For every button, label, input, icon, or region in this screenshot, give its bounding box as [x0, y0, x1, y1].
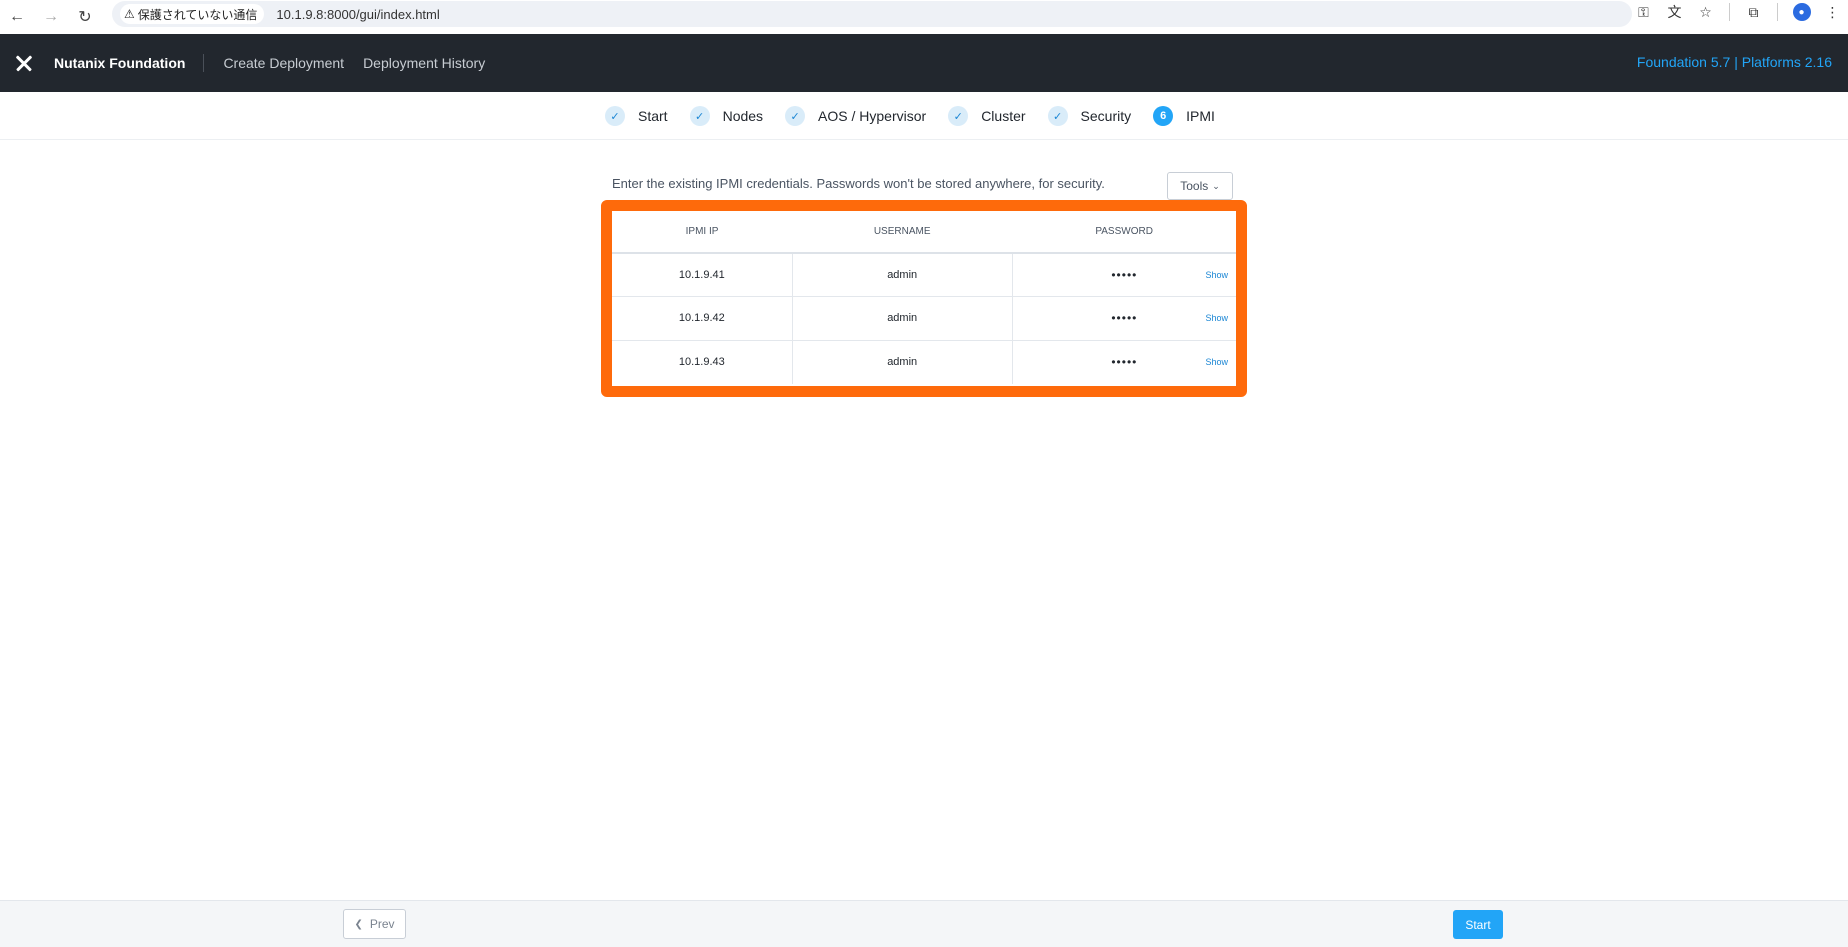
check-icon: ✓ — [948, 106, 969, 126]
tools-dropdown-button[interactable]: Tools ⌄ — [1167, 172, 1233, 200]
username-field[interactable]: admin — [791, 253, 1013, 297]
prev-label: Prev — [369, 917, 395, 931]
forward-icon[interactable]: → — [34, 0, 68, 34]
table-row: 10.1.9.41 admin ••••• Show — [612, 253, 1236, 297]
ipmi-ip-field[interactable]: 10.1.9.41 — [612, 253, 793, 297]
show-password-link[interactable]: Show — [1205, 357, 1228, 367]
toolbar-divider — [1777, 3, 1778, 21]
security-chip[interactable]: ⚠ 保護されていない通信 — [120, 4, 265, 24]
step-label: Security — [1080, 108, 1132, 124]
avatar-icon: ● — [1792, 3, 1811, 21]
table-header-row: IPMI IP USERNAME PASSWORD — [612, 211, 1236, 254]
toolbar-divider — [1729, 3, 1730, 21]
app-header: Nutanix Foundation Create Deployment Dep… — [0, 34, 1848, 92]
menu-kebab-icon[interactable]: ⋮ — [1817, 0, 1848, 24]
check-icon: ✓ — [785, 106, 806, 126]
chevron-left-icon: ❮ — [354, 918, 363, 930]
column-header-password: PASSWORD — [1012, 211, 1236, 254]
step-label: Nodes — [722, 108, 764, 124]
profile-avatar[interactable]: ● — [1786, 0, 1817, 24]
translate-icon[interactable]: 文 — [1659, 0, 1690, 24]
extensions-icon[interactable]: ⧉ — [1738, 0, 1769, 24]
nav-create-deployment[interactable]: Create Deployment — [223, 55, 344, 71]
show-password-link[interactable]: Show — [1205, 270, 1228, 280]
check-icon: ✓ — [1047, 106, 1068, 126]
show-password-link[interactable]: Show — [1205, 313, 1228, 323]
password-field[interactable]: ••••• Show — [1011, 340, 1236, 384]
browser-actions: ⚿ 文 ☆ ⧉ ● ⋮ — [1628, 0, 1848, 24]
version-info[interactable]: Foundation 5.7 | Platforms 2.16 — [1637, 54, 1832, 70]
browser-toolbar: ← → ↻ ⚠ 保護されていない通信 10.1.9.8:8000/gui/ind… — [0, 0, 1848, 34]
step-nodes[interactable]: ✓ Nodes — [689, 106, 764, 126]
password-field[interactable]: ••••• Show — [1011, 253, 1236, 297]
password-mask: ••••• — [1111, 311, 1138, 326]
column-header-ipmi-ip: IPMI IP — [612, 211, 793, 254]
warning-icon: ⚠ — [124, 7, 135, 21]
column-header-username: USERNAME — [792, 211, 1013, 254]
url-text[interactable]: 10.1.9.8:8000/gui/index.html — [276, 7, 439, 22]
tools-label: Tools — [1180, 179, 1209, 193]
step-number-badge: 6 — [1153, 106, 1174, 126]
check-icon: ✓ — [605, 106, 625, 126]
ipmi-ip-field[interactable]: 10.1.9.42 — [612, 296, 793, 341]
prev-button[interactable]: ❮ Prev — [343, 909, 406, 939]
ipmi-intro-text: Enter the existing IPMI credentials. Pas… — [612, 176, 1105, 191]
table-row: 10.1.9.43 admin ••••• Show — [612, 340, 1236, 384]
check-icon: ✓ — [689, 106, 710, 126]
ipmi-credentials-table: IPMI IP USERNAME PASSWORD 10.1.9.41 admi… — [612, 211, 1236, 384]
step-label: Cluster — [981, 108, 1026, 124]
nutanix-logo-icon[interactable] — [12, 51, 36, 75]
step-aos-hypervisor[interactable]: ✓ AOS / Hypervisor — [785, 106, 926, 126]
address-bar[interactable]: ⚠ 保護されていない通信 10.1.9.8:8000/gui/index.htm… — [112, 1, 1632, 27]
wizard-footer: ❮ Prev Start — [0, 900, 1848, 947]
username-field[interactable]: admin — [791, 296, 1013, 341]
username-field[interactable]: admin — [791, 340, 1013, 384]
back-icon[interactable]: ← — [0, 0, 34, 34]
nav-deployment-history[interactable]: Deployment History — [363, 55, 485, 71]
step-label: IPMI — [1186, 108, 1215, 124]
step-label: Start — [638, 108, 668, 124]
brand-title[interactable]: Nutanix Foundation — [54, 54, 205, 72]
step-start[interactable]: ✓ Start — [605, 106, 668, 126]
wizard-stepper: ✓ Start ✓ Nodes ✓ AOS / Hypervisor ✓ Clu… — [0, 92, 1848, 140]
step-cluster[interactable]: ✓ Cluster — [948, 106, 1026, 126]
step-ipmi[interactable]: 6 IPMI — [1153, 106, 1215, 126]
table-row: 10.1.9.42 admin ••••• Show — [612, 296, 1236, 341]
password-mask: ••••• — [1111, 268, 1138, 282]
password-field[interactable]: ••••• Show — [1011, 296, 1236, 341]
step-label: AOS / Hypervisor — [818, 108, 927, 124]
ipmi-ip-field[interactable]: 10.1.9.43 — [612, 340, 792, 384]
security-label: 保護されていない通信 — [137, 7, 258, 22]
stepper-steps: ✓ Start ✓ Nodes ✓ AOS / Hypervisor ✓ Clu… — [605, 106, 1237, 126]
start-button[interactable]: Start — [1453, 910, 1503, 939]
password-mask: ••••• — [1111, 355, 1138, 369]
bookmark-star-icon[interactable]: ☆ — [1690, 0, 1721, 24]
reload-icon[interactable]: ↻ — [68, 0, 102, 34]
chevron-down-icon: ⌄ — [1212, 180, 1220, 191]
step-security[interactable]: ✓ Security — [1047, 106, 1132, 126]
password-key-icon[interactable]: ⚿ — [1628, 0, 1659, 24]
